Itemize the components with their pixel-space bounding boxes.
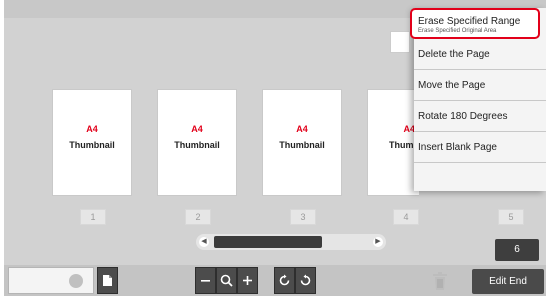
page-action-menu: Erase Specified Range Erase Specified Or… [410, 8, 546, 191]
page-number-1: 1 [80, 209, 106, 225]
paper-size-label: A4 [403, 124, 415, 134]
menu-item-insert-blank-page[interactable]: Insert Blank Page [414, 132, 546, 163]
thumbnail-label: Thumbnail [279, 140, 325, 150]
page-thumbnail-3[interactable]: A4 Thumbnail [262, 89, 342, 196]
zoom-button[interactable] [216, 267, 237, 294]
rotate-right-button[interactable] [295, 267, 316, 294]
scrollbar-thumb[interactable] [214, 236, 322, 248]
page-number-5: 5 [498, 209, 524, 225]
menu-item-move-the-page[interactable]: Move the Page [414, 70, 546, 101]
rotate-left-icon [279, 274, 290, 286]
menu-item-erase-specified-range[interactable]: Erase Specified Range Erase Specified Or… [410, 8, 540, 39]
menu-item-label: Erase Specified Range [418, 16, 521, 27]
edit-end-button[interactable]: Edit End [472, 269, 544, 294]
zoom-out-button[interactable] [195, 267, 216, 294]
zoom-in-button[interactable] [237, 267, 258, 294]
trash-icon [433, 272, 447, 290]
rotate-right-icon [300, 274, 311, 286]
menu-item-delete-the-page[interactable]: Delete the Page [414, 39, 546, 70]
page-field[interactable] [8, 267, 94, 294]
field-dot-icon [69, 274, 83, 288]
zoom-in-icon [243, 276, 252, 285]
page-view-button[interactable] [97, 267, 118, 294]
thumbnail-label: Thumb [389, 140, 419, 150]
page-thumbnail-4[interactable]: A4 Thumb [367, 89, 419, 196]
thumbnail-label: Thumbnail [69, 140, 115, 150]
page-icon [103, 275, 112, 286]
page-thumbnail-2[interactable]: A4 Thumbnail [157, 89, 237, 196]
scroll-right-icon[interactable]: ▶ [373, 237, 383, 247]
menu-item-sublabel: Erase Specified Original Area [418, 28, 497, 34]
page-scrollbar[interactable]: ◀ ▶ [196, 234, 386, 250]
paper-size-label: A4 [191, 124, 203, 134]
page-number-3: 3 [290, 209, 316, 225]
page-count-indicator: 6 [495, 239, 539, 261]
page-number-2: 2 [185, 209, 211, 225]
zoom-out-icon [201, 280, 210, 282]
thumbnail-label: Thumbnail [174, 140, 220, 150]
rotate-left-button[interactable] [274, 267, 295, 294]
page-thumbnail-1[interactable]: A4 Thumbnail [52, 89, 132, 196]
menu-item-rotate-180-degrees[interactable]: Rotate 180 Degrees [414, 101, 546, 132]
paper-size-label: A4 [86, 124, 98, 134]
page-peek-icon [390, 31, 410, 53]
magnifier-icon [220, 274, 233, 287]
delete-button[interactable] [429, 268, 451, 294]
page-number-4: 4 [393, 209, 419, 225]
paper-size-label: A4 [296, 124, 308, 134]
scroll-left-icon[interactable]: ◀ [199, 237, 209, 247]
